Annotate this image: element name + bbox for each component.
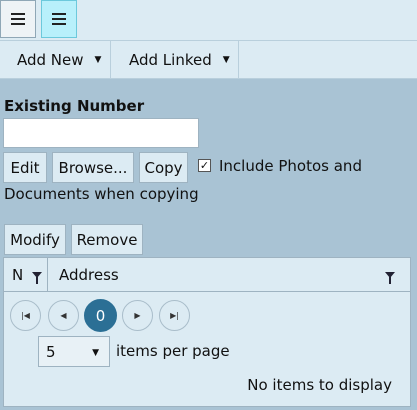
last-page-button[interactable]: ▶|: [159, 300, 190, 331]
caret-down-icon: ▼: [94, 54, 102, 65]
menu-toggle-button[interactable]: [0, 0, 36, 38]
items-per-page-label: items per page: [116, 342, 230, 360]
modify-button[interactable]: Modify: [4, 224, 66, 255]
add-linked-menu[interactable]: Add Linked ▼: [111, 41, 239, 78]
hamburger-icon: [52, 13, 66, 25]
column-header-label: Number: [12, 266, 22, 284]
column-header-address[interactable]: Address: [48, 258, 410, 291]
grid-header: Number Address: [4, 258, 410, 292]
existing-number-label: Existing Number: [4, 97, 145, 115]
column-header-label: Address: [59, 265, 119, 284]
hamburger-icon: [11, 13, 25, 25]
previous-page-icon: ◀: [60, 311, 67, 320]
caret-down-icon: ▼: [92, 348, 99, 358]
include-photos-checkbox[interactable]: ✓: [198, 159, 211, 172]
add-linked-label: Add Linked: [129, 50, 212, 69]
include-photos-label-cont: Documents when copying: [4, 185, 199, 203]
add-new-menu[interactable]: Add New ▼: [0, 41, 111, 78]
previous-page-button[interactable]: ◀: [48, 300, 79, 331]
edit-button[interactable]: Edit: [3, 152, 47, 183]
menu-bar: Add New ▼ Add Linked ▼: [0, 41, 417, 79]
caret-down-icon: ▼: [222, 54, 230, 65]
column-header-number[interactable]: Number: [4, 258, 48, 291]
next-page-button[interactable]: ▶: [122, 300, 153, 331]
copy-button[interactable]: Copy: [139, 152, 188, 183]
browse-button[interactable]: Browse...: [52, 152, 134, 183]
filter-icon[interactable]: [32, 272, 42, 284]
remove-button[interactable]: Remove: [71, 224, 143, 255]
next-page-icon: ▶: [134, 311, 141, 320]
empty-message: No items to display: [247, 376, 392, 394]
existing-number-input[interactable]: [3, 118, 199, 148]
page-size-select[interactable]: 5 ▼: [38, 336, 110, 367]
results-grid: Number Address |◀ ◀ 0 ▶ ▶| 5 ▼ items per…: [3, 257, 411, 407]
top-toolbar: [0, 0, 417, 41]
page-size-value: 5: [46, 342, 56, 361]
first-page-button[interactable]: |◀: [10, 300, 41, 331]
current-page-button[interactable]: 0: [84, 299, 117, 332]
include-photos-label: Include Photos and: [219, 157, 362, 175]
add-new-label: Add New: [17, 50, 84, 69]
last-page-icon: ▶|: [170, 311, 179, 320]
filter-icon[interactable]: [385, 272, 395, 284]
menu-toggle-button-active[interactable]: [41, 0, 77, 38]
first-page-icon: |◀: [21, 311, 30, 320]
